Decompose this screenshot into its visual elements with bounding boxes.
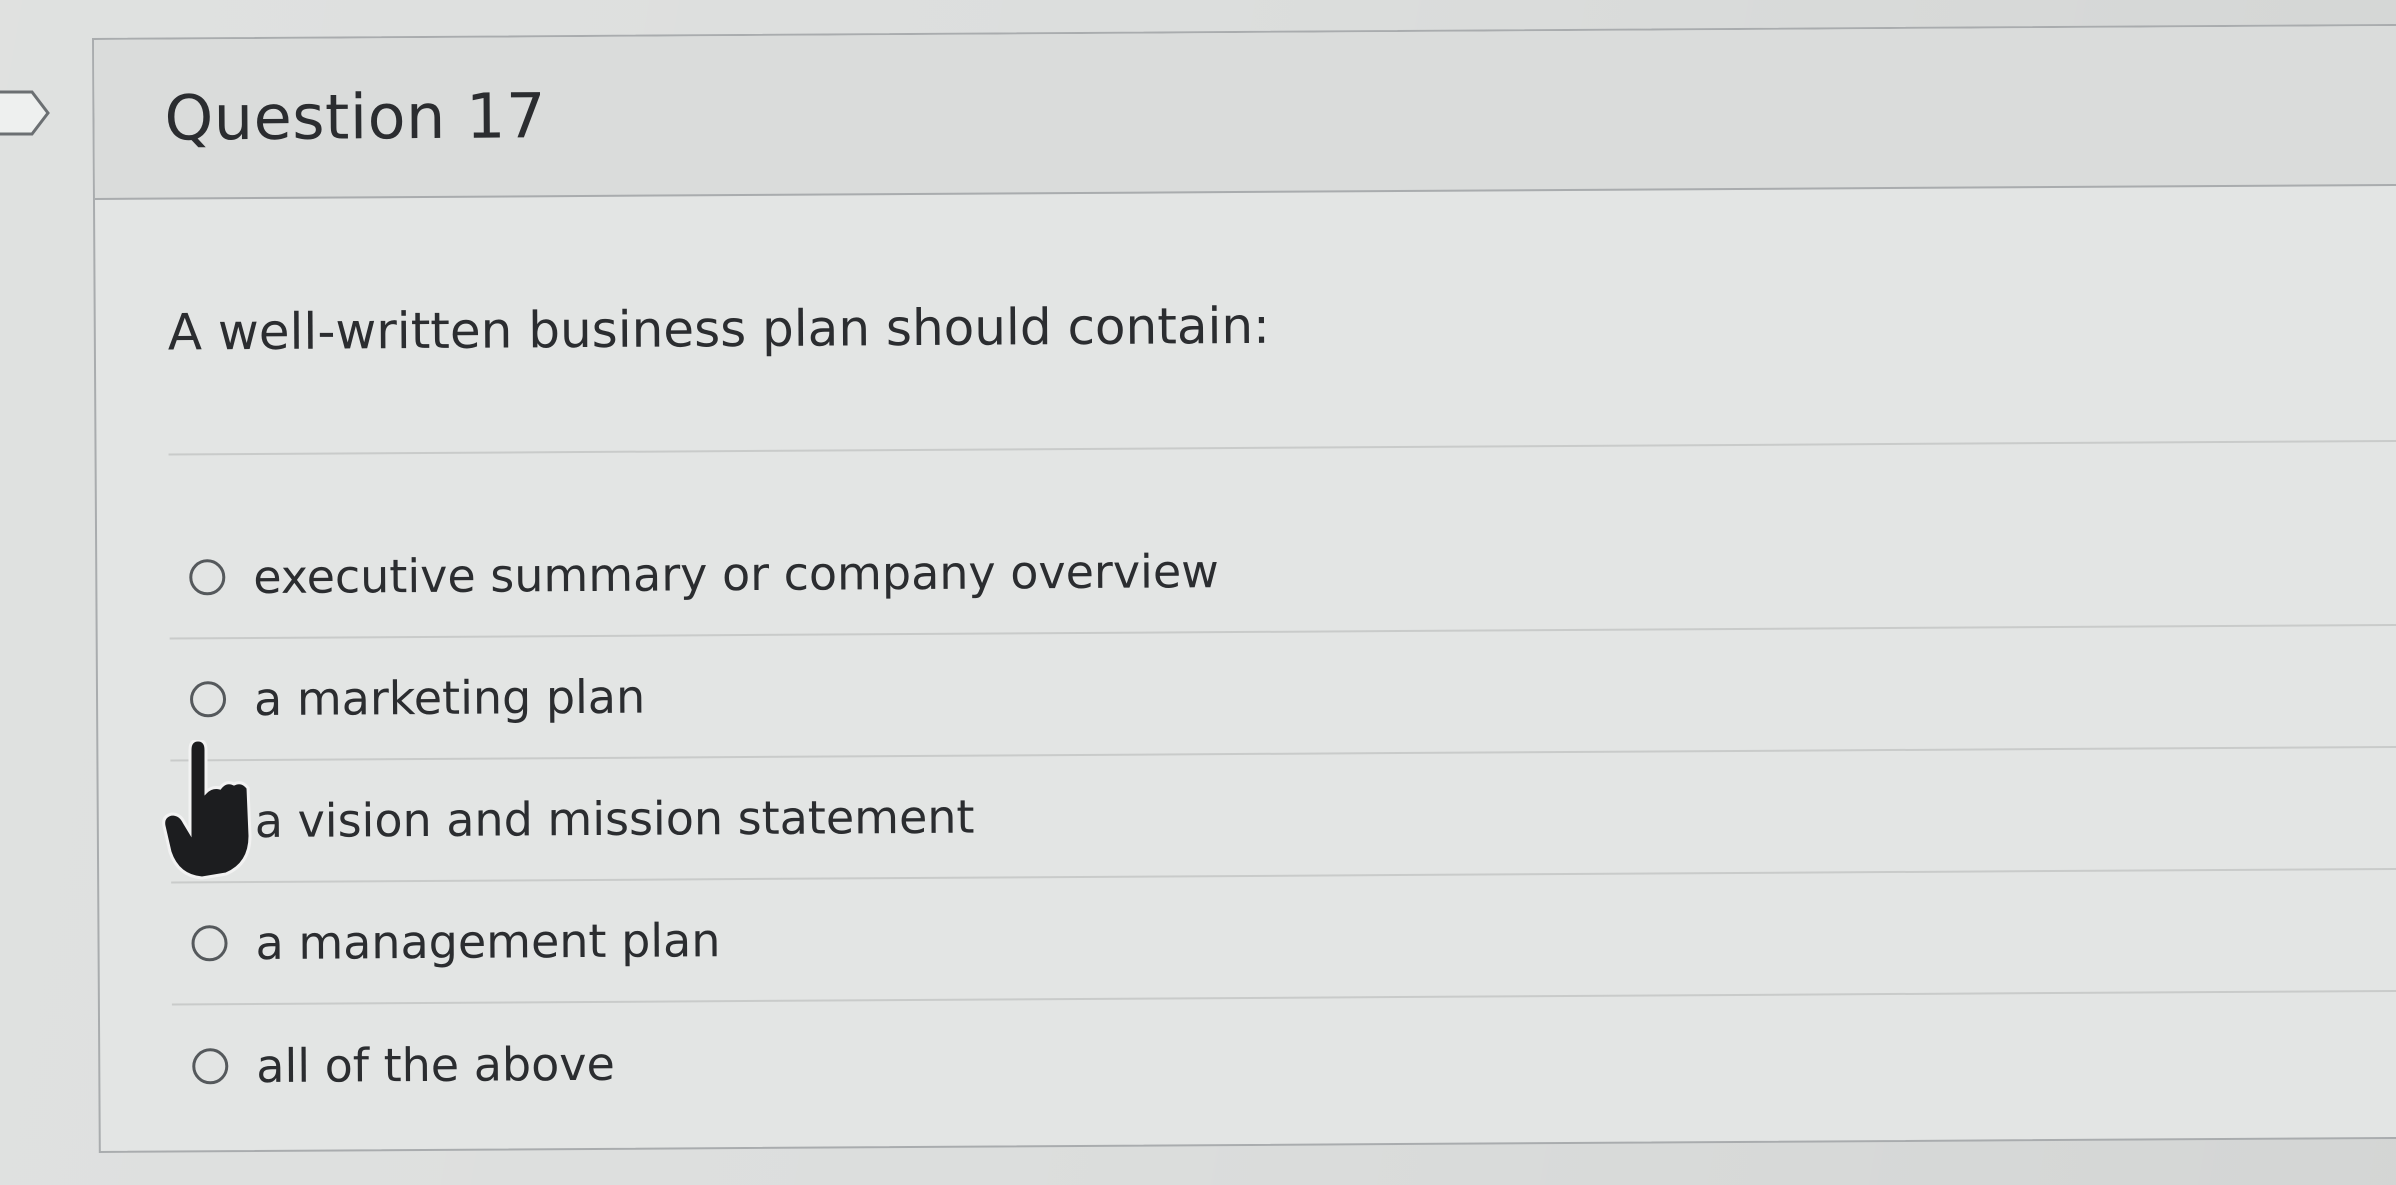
- answer-option-label: a vision and mission statement: [254, 789, 975, 849]
- answer-option[interactable]: a vision and mission statement: [170, 747, 2396, 884]
- answer-option-label: a management plan: [255, 913, 721, 971]
- answer-options: executive summary or company overview a …: [168, 503, 2396, 1128]
- divider: [168, 439, 2396, 456]
- radio-button[interactable]: [189, 681, 227, 718]
- radio-button[interactable]: [191, 925, 228, 962]
- question-card: Question 17 A well-written business plan…: [92, 23, 2396, 1153]
- radio-button[interactable]: [189, 559, 226, 596]
- answer-option-label: all of the above: [256, 1036, 615, 1094]
- hand-pointer-icon: [162, 740, 252, 880]
- bookmark-flag-icon[interactable]: [0, 88, 52, 138]
- answer-option[interactable]: a management plan: [171, 869, 2396, 1006]
- question-header: Question 17: [94, 25, 2396, 200]
- answer-option[interactable]: all of the above: [172, 992, 2396, 1128]
- answer-option[interactable]: executive summary or company overview: [168, 503, 2396, 640]
- question-prompt: A well-written business plan should cont…: [167, 296, 1271, 362]
- radio-button[interactable]: [192, 1048, 229, 1085]
- answer-option-label: a marketing plan: [253, 669, 646, 727]
- question-title: Question 17: [164, 79, 547, 155]
- answer-option[interactable]: a marketing plan: [169, 625, 2396, 762]
- answer-option-label: executive summary or company overview: [253, 544, 1219, 605]
